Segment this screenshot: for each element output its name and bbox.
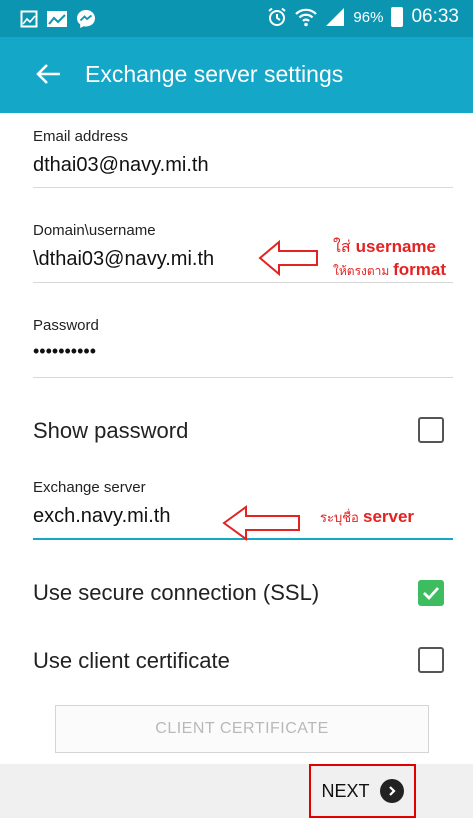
- client-certificate-label: Use client certificate: [33, 648, 230, 673]
- email-field[interactable]: dthai03@navy.mi.th: [33, 154, 209, 177]
- arrow-left-icon[interactable]: [34, 59, 64, 89]
- next-button-label: NEXT: [321, 780, 370, 801]
- password-underline: [33, 377, 453, 378]
- battery-percent: 96%: [353, 8, 384, 26]
- gallery-icon: [20, 10, 38, 28]
- chevron-right-circle-icon: [379, 779, 404, 803]
- exchange-server-label: Exchange server: [33, 479, 146, 496]
- domain-username-label: Domain\username: [33, 222, 156, 239]
- client-certificate-button[interactable]: CLIENT CERTIFICATE: [55, 705, 429, 753]
- next-button[interactable]: NEXT: [309, 764, 416, 818]
- battery-icon: [391, 7, 404, 27]
- domain-username-underline: [33, 282, 453, 283]
- app-bar: Exchange server settings: [0, 37, 473, 113]
- wifi-icon: [295, 8, 318, 27]
- show-password-checkbox[interactable]: [418, 417, 444, 443]
- annotation-arrow-server: [222, 505, 300, 541]
- annotation-username-line1: ใส่ username: [333, 237, 436, 256]
- show-password-label: Show password: [33, 418, 189, 443]
- status-bar: 96% 06:33: [0, 0, 473, 37]
- check-icon: [423, 587, 440, 601]
- annotation-username-line2: ให้ตรงตาม format: [333, 260, 447, 279]
- client-certificate-checkbox[interactable]: [418, 647, 444, 673]
- exchange-server-field[interactable]: exch.navy.mi.th: [33, 505, 170, 528]
- status-bar-right-icons: 96% 06:33: [267, 6, 459, 28]
- messenger-icon: [77, 10, 95, 28]
- status-bar-left-icons: [20, 9, 96, 29]
- annotation-arrow-username: [258, 239, 318, 277]
- password-field[interactable]: ••••••••••: [33, 341, 96, 362]
- domain-username-field[interactable]: \dthai03@navy.mi.th: [33, 248, 214, 271]
- alarm-icon: [268, 7, 287, 26]
- clock: 06:33: [411, 6, 459, 27]
- annotation-server: ระบุชื่อ server: [320, 507, 415, 526]
- email-label: Email address: [33, 128, 129, 145]
- ssl-checkbox[interactable]: [418, 580, 444, 606]
- password-label: Password: [33, 317, 99, 334]
- ssl-label: Use secure connection (SSL): [33, 580, 320, 605]
- email-field-underline: [33, 187, 453, 188]
- image-notification-icon: [47, 11, 67, 27]
- page-title: Exchange server settings: [85, 61, 344, 87]
- signal-icon: [326, 8, 345, 26]
